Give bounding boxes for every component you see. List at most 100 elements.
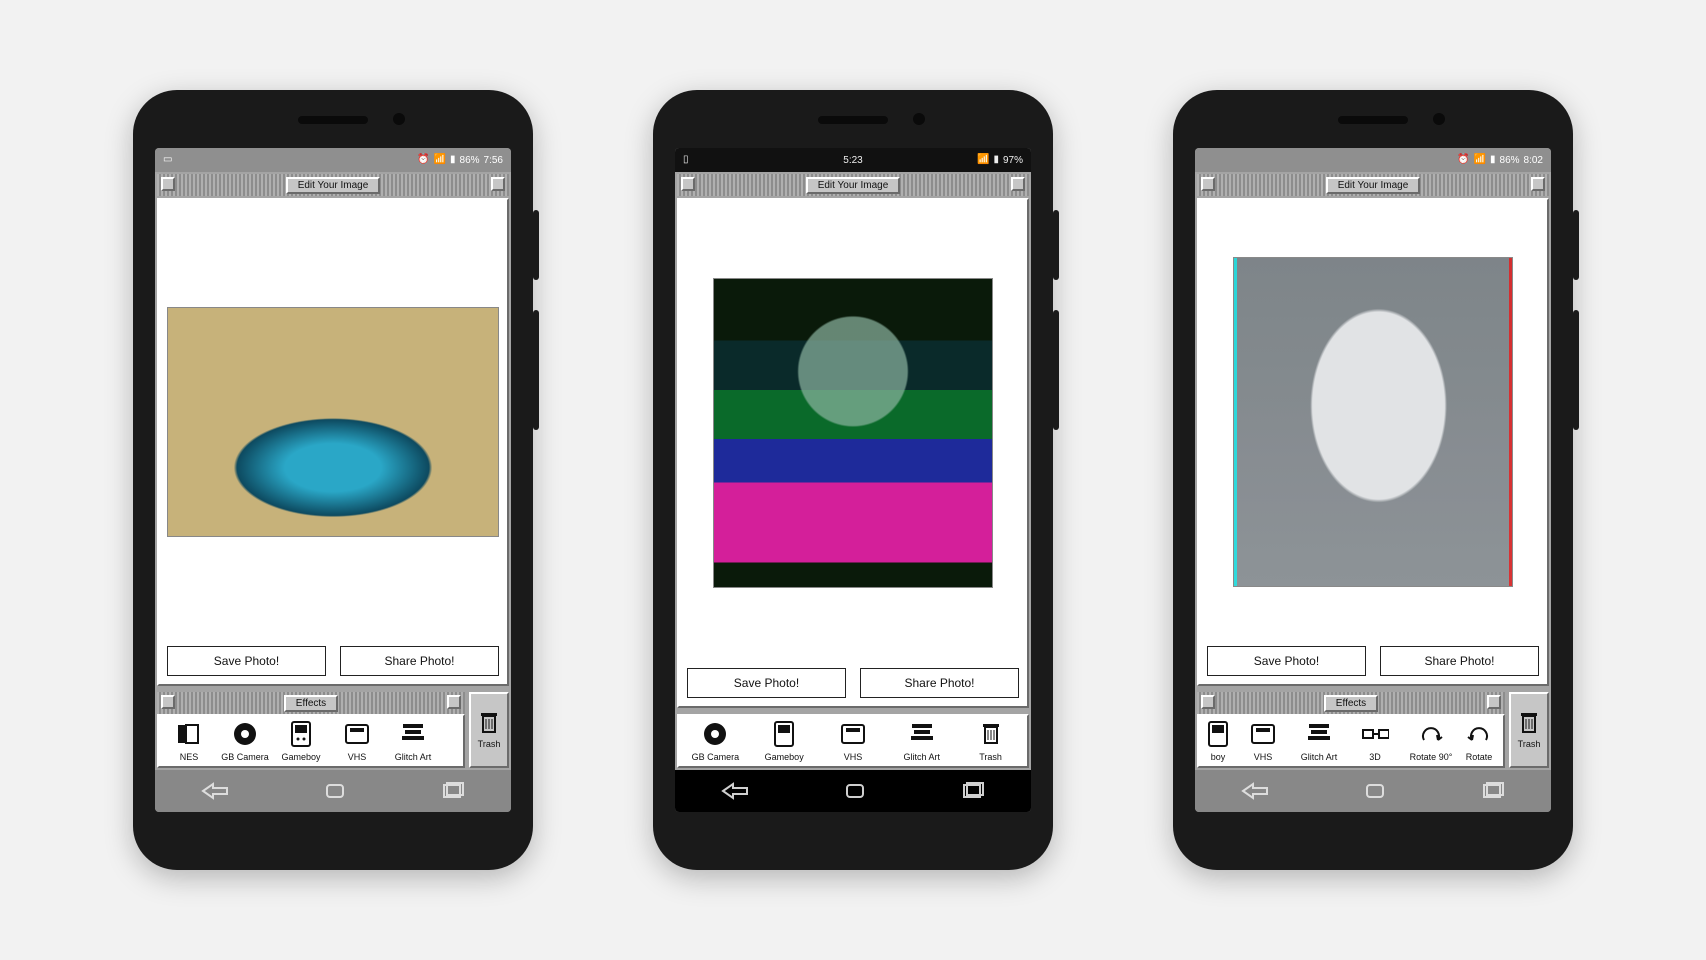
effect-rotate-partial[interactable]: Rotate <box>1459 720 1499 762</box>
battery-icon: ▮ <box>993 155 999 165</box>
effect-label: 3D <box>1369 752 1381 762</box>
glitch-icon <box>908 720 936 748</box>
share-button[interactable]: Share Photo! <box>860 668 1019 698</box>
effect-gameboy-partial[interactable]: boy <box>1201 720 1235 762</box>
trash-icon <box>1520 711 1538 735</box>
effect-gbcamera[interactable]: GB Camera <box>687 720 743 762</box>
phone-mockup-3: ⏰ 📶 ▮ 86% 8:02 Edit Your Image Save Phot… <box>1173 90 1573 870</box>
trash-button[interactable]: Trash <box>469 692 509 768</box>
glasses-icon <box>1361 720 1389 748</box>
vhs-icon <box>1249 720 1277 748</box>
effect-rotate90[interactable]: Rotate 90° <box>1403 720 1459 762</box>
titlebar-close-icon[interactable] <box>681 177 695 191</box>
titlebar-max-icon[interactable] <box>1487 695 1501 709</box>
back-icon[interactable] <box>1241 782 1269 800</box>
effects-titlebar: Effects <box>1197 692 1505 714</box>
effect-trash-inline[interactable]: Trash <box>963 720 1019 762</box>
titlebar-max-icon[interactable] <box>1531 177 1545 191</box>
titlebar-close-icon[interactable] <box>161 695 175 709</box>
home-icon[interactable] <box>841 782 869 800</box>
home-icon[interactable] <box>321 782 349 800</box>
effect-vhs[interactable]: VHS <box>825 720 881 762</box>
edit-titlebar: Edit Your Image <box>677 174 1029 196</box>
trash-icon <box>977 720 1005 748</box>
wifi-icon: 📶 <box>1474 155 1486 165</box>
image-canvas[interactable] <box>1207 208 1539 636</box>
effects-title: Effects <box>1324 695 1378 712</box>
titlebar-close-icon[interactable] <box>1201 695 1215 709</box>
disc-icon <box>231 720 259 748</box>
share-button[interactable]: Share Photo! <box>340 646 499 676</box>
effect-glitchart[interactable]: Glitch Art <box>1291 720 1347 762</box>
effect-label: Rotate 90° <box>1410 752 1453 762</box>
effect-label: boy <box>1211 752 1226 762</box>
statusbar-center: 5:23 <box>843 155 862 166</box>
android-statusbar: ▭ ⏰ 📶 ▮ 86% 7:56 <box>155 148 511 172</box>
titlebar-close-icon[interactable] <box>1201 177 1215 191</box>
vhs-icon <box>343 720 371 748</box>
back-icon[interactable] <box>201 782 229 800</box>
battery-text: 86% <box>1500 155 1520 166</box>
edit-title: Edit Your Image <box>286 177 381 194</box>
effect-label: VHS <box>1254 752 1273 762</box>
battery-text: 97% <box>1003 155 1023 166</box>
preview-image <box>713 278 993 588</box>
preview-image <box>1233 257 1513 587</box>
battery-icon: ▮ <box>1490 155 1496 165</box>
sdcard-icon: ▯ <box>683 155 689 165</box>
screen: ▯ 5:23 📶 ▮ 97% Edit Your Image Save Phot… <box>675 148 1031 812</box>
gameboy-icon <box>1204 720 1232 748</box>
effect-vhs[interactable]: VHS <box>329 720 385 762</box>
effect-3d[interactable]: 3D <box>1347 720 1403 762</box>
back-icon[interactable] <box>721 782 749 800</box>
effect-glitchart[interactable]: Glitch Art <box>385 720 441 762</box>
trash-button[interactable]: Trash <box>1509 692 1549 768</box>
sdcard-icon: ▭ <box>163 155 172 165</box>
titlebar-max-icon[interactable] <box>491 177 505 191</box>
effect-gameboy[interactable]: Gameboy <box>756 720 812 762</box>
effect-label: GB Camera <box>221 752 269 762</box>
android-statusbar: ▯ 5:23 📶 ▮ 97% <box>675 148 1031 172</box>
effect-label: GB Camera <box>692 752 740 762</box>
trash-label: Trash <box>1518 739 1541 749</box>
recent-icon[interactable] <box>961 782 985 800</box>
edit-panel: Save Photo! Share Photo! <box>157 198 509 686</box>
nes-icon <box>175 720 203 748</box>
effect-label: VHS <box>348 752 367 762</box>
effects-strip[interactable]: NES GB Camera Gameboy VHS <box>157 714 465 768</box>
android-navbar <box>675 770 1031 812</box>
clock-text: 8:02 <box>1524 155 1543 166</box>
trash-label: Trash <box>478 739 501 749</box>
effect-gbcamera[interactable]: GB Camera <box>217 720 273 762</box>
save-button[interactable]: Save Photo! <box>687 668 846 698</box>
trash-icon <box>480 711 498 735</box>
effect-vhs[interactable]: VHS <box>1235 720 1291 762</box>
titlebar-close-icon[interactable] <box>161 177 175 191</box>
phone-mockup-1: ▭ ⏰ 📶 ▮ 86% 7:56 Edit Your Image Save Ph… <box>133 90 533 870</box>
battery-icon: ▮ <box>450 155 456 165</box>
effects-strip[interactable]: boy VHS Glitch Art 3D <box>1197 714 1505 768</box>
recent-icon[interactable] <box>441 782 465 800</box>
effect-label: Rotate <box>1466 752 1493 762</box>
edit-titlebar: Edit Your Image <box>157 174 509 196</box>
image-canvas[interactable] <box>167 208 499 636</box>
effect-glitchart[interactable]: Glitch Art <box>894 720 950 762</box>
effects-strip[interactable]: GB Camera Gameboy VHS Glitch Art <box>677 714 1029 768</box>
save-button[interactable]: Save Photo! <box>167 646 326 676</box>
share-button[interactable]: Share Photo! <box>1380 646 1539 676</box>
effect-gameboy[interactable]: Gameboy <box>273 720 329 762</box>
titlebar-max-icon[interactable] <box>447 695 461 709</box>
wifi-icon: 📶 <box>977 155 989 165</box>
effects-title: Effects <box>284 695 338 712</box>
home-icon[interactable] <box>1361 782 1389 800</box>
titlebar-max-icon[interactable] <box>1011 177 1025 191</box>
battery-text: 86% <box>460 155 480 166</box>
recent-icon[interactable] <box>1481 782 1505 800</box>
android-navbar <box>1195 770 1551 812</box>
effects-titlebar: Effects <box>157 692 465 714</box>
wifi-icon: 📶 <box>434 155 446 165</box>
effect-nes[interactable]: NES <box>161 720 217 762</box>
effect-label: Gameboy <box>281 752 320 762</box>
image-canvas[interactable] <box>687 208 1019 658</box>
save-button[interactable]: Save Photo! <box>1207 646 1366 676</box>
